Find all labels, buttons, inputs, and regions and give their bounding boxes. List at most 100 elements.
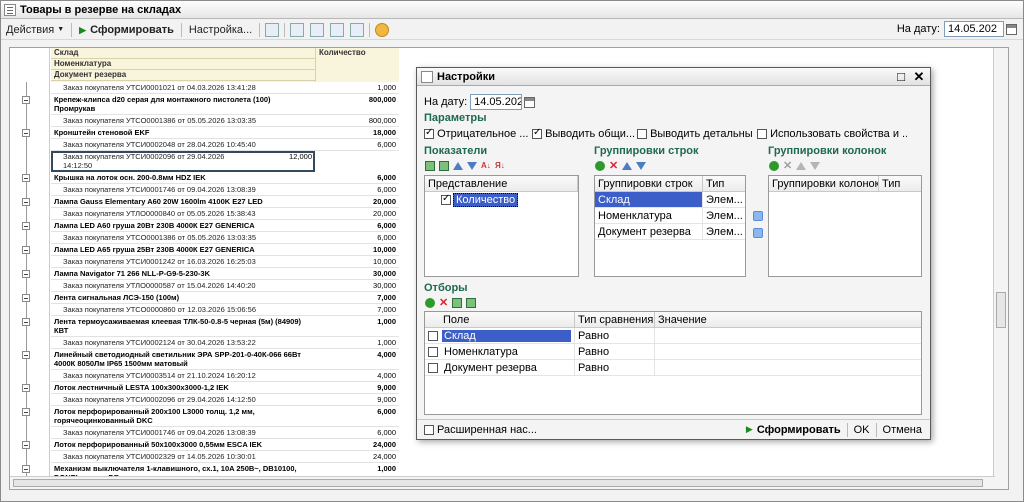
report-row[interactable]: Лоток лестничный LESTA 100x300x3000-1,2 … (51, 382, 399, 394)
calendar-icon[interactable] (524, 96, 536, 108)
report-row[interactable]: Заказ покупателя УТСИ0001242 от 16.03.20… (51, 256, 399, 268)
report-row[interactable]: Заказ покупателя УТСИ0002124 от 30.04.20… (51, 337, 399, 349)
add-icon[interactable] (769, 161, 779, 172)
scroll-thumb[interactable] (13, 479, 983, 487)
filters-grid[interactable]: Поле Тип сравнения Значение Склад Равно Номе… (424, 311, 922, 415)
delete-icon[interactable]: ✕ (609, 161, 618, 172)
row-group-item[interactable]: Номенклатура Элем... (595, 208, 745, 224)
report-row[interactable]: Заказ покупателя УТСИ0001746 от 09.04.20… (51, 427, 399, 439)
filter-compare[interactable]: Равно (575, 344, 655, 359)
param-checkbox[interactable] (757, 129, 767, 140)
report-row[interactable]: Лампа Gauss Elementary A60 20W 1600lm 41… (51, 196, 399, 208)
report-row[interactable]: Заказ покупателя УТСИ0001746 от 09.04.20… (51, 184, 399, 196)
help-icon[interactable] (375, 22, 390, 37)
move-right-icon[interactable] (753, 211, 763, 221)
filter-compare[interactable]: Равно (575, 328, 655, 343)
report-row[interactable]: Крепеж-клипса d20 серая для монтажного п… (51, 94, 399, 115)
move-up-icon[interactable] (453, 162, 463, 171)
sort-desc-icon[interactable]: Я↓ (495, 161, 505, 171)
copy-indicator-icon[interactable] (439, 161, 449, 172)
indicator-row[interactable]: Количество (425, 192, 578, 208)
filter-checkbox[interactable] (428, 362, 438, 373)
copy-icon[interactable] (330, 22, 345, 37)
param-checkbox[interactable] (532, 128, 542, 140)
move-down-icon[interactable] (467, 162, 477, 171)
dialog-date-input[interactable]: 14.05.202 (470, 94, 523, 110)
report-row[interactable]: Лоток перфорированный 50x100x3000 0,55мм… (51, 439, 399, 451)
report-row[interactable]: Заказ покупателя УТСО0001386 от 05.05.20… (51, 115, 399, 127)
filter-value[interactable] (655, 344, 921, 359)
scroll-thumb[interactable] (996, 292, 1006, 328)
report-row[interactable]: Лоток перфорированный 200x100 L3000 толщ… (51, 406, 399, 427)
add-indicator-icon[interactable] (425, 161, 435, 172)
param-option[interactable]: Выводить детальны... (637, 128, 752, 140)
indicators-grid[interactable]: Представление Количество (424, 175, 579, 277)
cancel-button[interactable]: Отмена (879, 424, 926, 436)
report-row[interactable]: Заказ покупателя УТСИ0003514 от 21.10.20… (51, 370, 399, 382)
filter-checkbox[interactable] (428, 330, 438, 341)
date-input[interactable]: 14.05.202 (944, 21, 1004, 37)
ok-button[interactable]: OK (850, 424, 874, 436)
collapse-toggle[interactable] (22, 441, 30, 449)
report-row[interactable]: Заказ покупателя УТСО0000860 от 12.03.20… (51, 304, 399, 316)
collapse-toggle[interactable] (22, 222, 30, 230)
settings-button[interactable]: Настройка... (184, 21, 257, 39)
report-row[interactable]: Лампа LED A60 груша 20Вт 230В 4000К E27 … (51, 220, 399, 232)
collapse-toggle[interactable] (22, 96, 30, 104)
filter-value[interactable] (655, 360, 921, 375)
report-row[interactable]: Крышка на лоток осн. 200-0.8мм HDZ IEK 6,… (51, 172, 399, 184)
report-row[interactable]: Заказ покупателя УТСО0001386 от 05.05.20… (51, 232, 399, 244)
move-up-icon[interactable] (796, 162, 807, 171)
add-icon[interactable] (425, 298, 435, 309)
indicator-checkbox[interactable] (441, 193, 451, 205)
collapse-toggle[interactable] (22, 174, 30, 182)
vertical-scrollbar[interactable] (993, 48, 1008, 489)
param-option[interactable]: Отрицательное ... (424, 128, 528, 140)
move-up-icon[interactable] (622, 162, 633, 171)
actions-menu[interactable]: Действия ▼ (1, 21, 69, 39)
collapse-toggle[interactable] (22, 408, 30, 416)
horizontal-scrollbar[interactable] (10, 476, 995, 489)
dialog-generate-button[interactable]: Сформировать (757, 424, 845, 436)
report-row[interactable]: Заказ покупателя УТЛО0000587 от 15.04.20… (51, 280, 399, 292)
collapse-toggle[interactable] (22, 318, 30, 326)
param-checkbox[interactable] (424, 128, 434, 140)
report-row[interactable]: Заказ покупателя УТЛО0000840 от 05.05.20… (51, 208, 399, 220)
collapse-toggle[interactable] (22, 129, 30, 137)
generate-button[interactable]: ▶ Сформировать (74, 21, 179, 39)
group-tree-icon[interactable] (290, 22, 305, 37)
filter-checkbox[interactable] (428, 346, 438, 357)
collapse-toggle[interactable] (22, 465, 30, 473)
maximize-icon[interactable]: □ (894, 70, 908, 84)
move-down-icon[interactable] (636, 162, 647, 171)
table-icon[interactable] (310, 22, 325, 37)
param-option[interactable]: Выводить общи... (532, 128, 634, 140)
add-icon[interactable] (595, 161, 605, 172)
filter-row[interactable]: Документ резерва Равно (425, 360, 921, 376)
report-row[interactable]: Лента сигнальная ЛСЭ-150 (100м) 7,000 (51, 292, 399, 304)
collapse-toggle[interactable] (22, 270, 30, 278)
delete-icon[interactable]: ✕ (783, 161, 792, 172)
copy-icon[interactable] (466, 298, 477, 309)
export-icon[interactable] (350, 22, 365, 37)
close-icon[interactable]: ✕ (912, 70, 926, 84)
report-row[interactable]: Заказ покупателя УТСИ0002048 от 28.04.20… (51, 139, 399, 151)
report-row[interactable]: Кронштейн стеновой EKF 18,000 (51, 127, 399, 139)
extended-checkbox[interactable] (424, 424, 434, 435)
report-row[interactable]: Лампа LED A65 груша 25Вт 230В 4000К E27 … (51, 244, 399, 256)
collapse-toggle[interactable] (22, 351, 30, 359)
filter-compare[interactable]: Равно (575, 360, 655, 375)
report-row[interactable]: Лампа Navigator 71 266 NLL-P-G9-5-230-3K… (51, 268, 399, 280)
col-groups-grid[interactable]: Группировки колонок Тип (768, 175, 922, 277)
param-checkbox[interactable] (637, 129, 647, 140)
collapse-toggle[interactable] (22, 246, 30, 254)
report-doc-icon[interactable] (265, 22, 280, 37)
report-row[interactable]: Заказ покупателя УТСИ0002096 от 29.04.20… (51, 151, 315, 172)
row-group-item[interactable]: Документ резерва Элем... (595, 224, 745, 240)
filter-value[interactable] (655, 328, 921, 343)
move-left-icon[interactable] (753, 228, 763, 238)
collapse-toggle[interactable] (22, 384, 30, 392)
row-groups-grid[interactable]: Группировки строк Тип Склад Элем... Номенкл… (594, 175, 746, 277)
filter-row[interactable]: Склад Равно (425, 328, 921, 344)
report-row[interactable]: Лента термоусаживаемая клеевая ТЛК-50-0.… (51, 316, 399, 337)
